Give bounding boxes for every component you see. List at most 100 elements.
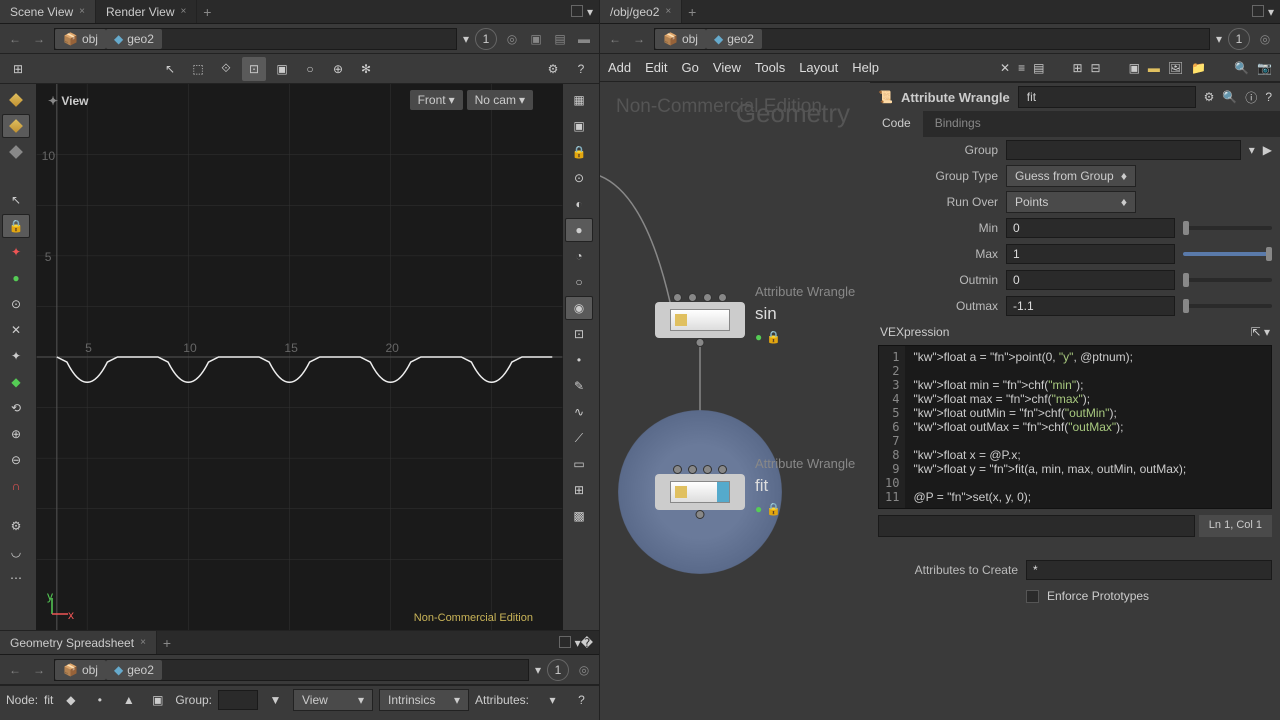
menu-layout[interactable]: Layout bbox=[799, 60, 838, 75]
cube-icon[interactable]: ▣ bbox=[527, 30, 545, 48]
group-input[interactable] bbox=[218, 690, 258, 710]
select-tool[interactable] bbox=[2, 88, 30, 112]
tab-network[interactable]: /obj/geo2× bbox=[600, 0, 682, 23]
tool-9[interactable]: ⟲ bbox=[2, 396, 30, 420]
maximize-icon[interactable] bbox=[1252, 5, 1264, 17]
menu-add[interactable]: Add bbox=[608, 60, 631, 75]
r-tool-7[interactable]: ◔ bbox=[565, 244, 593, 268]
filter-icon[interactable]: ▼ bbox=[264, 688, 287, 712]
chevron-down-icon[interactable]: ▾ bbox=[1216, 32, 1222, 46]
target-icon[interactable]: ◎ bbox=[503, 30, 521, 48]
tool-8[interactable]: ◆ bbox=[2, 370, 30, 394]
dropdown-icon[interactable]: ▾ bbox=[1249, 143, 1255, 157]
arrow-tool[interactable]: ↖ bbox=[2, 188, 30, 212]
ss-icon-3[interactable]: ▲ bbox=[117, 688, 140, 712]
r-tool-9[interactable]: ◉ bbox=[565, 296, 593, 320]
tab-spreadsheet[interactable]: Geometry Spreadsheet× bbox=[0, 631, 157, 654]
display-icon[interactable]: ▬ bbox=[575, 30, 593, 48]
outmin-input[interactable] bbox=[1006, 270, 1175, 290]
menu-icon-9[interactable]: 📁 bbox=[1191, 61, 1206, 75]
help-icon[interactable]: ? bbox=[1265, 90, 1272, 104]
tool-5[interactable]: ⊙ bbox=[2, 292, 30, 316]
view-camera-dropdown[interactable]: No cam▾ bbox=[467, 90, 533, 110]
status-input[interactable] bbox=[878, 515, 1195, 537]
add-tab-button[interactable]: + bbox=[197, 4, 217, 20]
ss-icon-4[interactable]: ▣ bbox=[146, 688, 169, 712]
close-icon[interactable]: × bbox=[140, 637, 146, 648]
view-front-dropdown[interactable]: Front▾ bbox=[410, 90, 463, 110]
outmax-slider[interactable] bbox=[1183, 304, 1272, 308]
chevron-down-icon[interactable]: ▾ bbox=[535, 663, 541, 677]
select-icon[interactable]: ↖ bbox=[158, 57, 182, 81]
min-input[interactable] bbox=[1006, 218, 1175, 238]
menu-tools[interactable]: Tools bbox=[755, 60, 785, 75]
layers-icon[interactable]: ▤ bbox=[551, 30, 569, 48]
max-slider[interactable] bbox=[1183, 252, 1272, 256]
menu-view[interactable]: View bbox=[713, 60, 741, 75]
close-icon[interactable]: × bbox=[180, 6, 186, 17]
add-tab-button[interactable]: + bbox=[682, 4, 702, 20]
runover-dropdown[interactable]: Points♦ bbox=[1006, 191, 1136, 213]
rotate-tool[interactable] bbox=[2, 140, 30, 164]
maximize-icon[interactable] bbox=[571, 5, 583, 17]
r-tool-5[interactable]: ◐ bbox=[565, 192, 593, 216]
r-tool-15[interactable]: ▭ bbox=[565, 452, 593, 476]
menu-edit[interactable]: Edit bbox=[645, 60, 667, 75]
network-view[interactable]: Non-Commercial Edition Geometry Attribut… bbox=[600, 82, 870, 720]
help-icon[interactable]: ? bbox=[569, 57, 593, 81]
outmin-slider[interactable] bbox=[1183, 278, 1272, 282]
tab-code[interactable]: Code bbox=[870, 111, 923, 137]
r-tool-13[interactable]: ∿ bbox=[565, 400, 593, 424]
display-flag-icon[interactable]: ● bbox=[755, 502, 762, 516]
chevron-down-icon[interactable]: ▾ bbox=[1264, 325, 1270, 339]
r-tool-14[interactable]: ⟋ bbox=[565, 426, 593, 450]
menu-go[interactable]: Go bbox=[682, 60, 699, 75]
ss-icon-2[interactable]: • bbox=[88, 688, 111, 712]
camera-icon[interactable]: 📷 bbox=[1257, 61, 1272, 75]
r-tool-10[interactable]: ⊡ bbox=[565, 322, 593, 346]
r-tool-16[interactable]: ⊞ bbox=[565, 478, 593, 502]
path-bar[interactable]: 📦obj ◆geo2 bbox=[654, 28, 1210, 50]
grid-icon[interactable]: ⊞ bbox=[6, 57, 30, 81]
search-icon[interactable]: 🔍 bbox=[1222, 90, 1237, 104]
tab-scene-view[interactable]: Scene View× bbox=[0, 0, 96, 23]
node-name-input[interactable] bbox=[1018, 86, 1196, 108]
node-sin[interactable]: Attribute Wrangle sin ●🔒 bbox=[655, 302, 745, 338]
r-tool-17[interactable]: ▩ bbox=[565, 504, 593, 528]
r-tool-2[interactable]: ▣ bbox=[565, 114, 593, 138]
tool-14[interactable]: ◡ bbox=[2, 540, 30, 564]
tab-bindings[interactable]: Bindings bbox=[923, 111, 993, 137]
viewport-3d[interactable]: 5 10 15 20 5 10 ✦ View Front▾ No cam▾ No… bbox=[36, 84, 563, 630]
pin-number[interactable]: 1 bbox=[1228, 28, 1250, 50]
r-tool-3[interactable]: 🔒 bbox=[565, 140, 593, 164]
vex-code-editor[interactable]: 1234567891011 "kw">float a = "fn">point(… bbox=[878, 345, 1272, 509]
gear-icon[interactable]: ⚙ bbox=[1204, 90, 1215, 104]
tool-10[interactable]: ⊕ bbox=[2, 422, 30, 446]
back-icon[interactable]: ← bbox=[6, 30, 24, 48]
enforce-checkbox[interactable] bbox=[1026, 590, 1039, 603]
green-tool[interactable]: ● bbox=[2, 266, 30, 290]
move-tool[interactable] bbox=[2, 114, 30, 138]
target-icon[interactable]: ◎ bbox=[1256, 30, 1274, 48]
outmax-input[interactable] bbox=[1006, 296, 1175, 316]
forward-icon[interactable]: → bbox=[30, 661, 48, 679]
display-flag-icon[interactable]: ● bbox=[755, 330, 762, 344]
arrow-icon[interactable]: ▶ bbox=[1263, 143, 1272, 157]
attrs-input[interactable] bbox=[1026, 560, 1272, 580]
red-tool[interactable]: ✦ bbox=[2, 240, 30, 264]
tab-render-view[interactable]: Render View× bbox=[96, 0, 197, 23]
path-bar[interactable]: 📦obj ◆geo2 bbox=[54, 659, 529, 681]
node-fit[interactable]: Attribute Wrangle fit ●🔒 bbox=[655, 474, 745, 510]
chevron-down-icon[interactable]: ▾ bbox=[463, 32, 469, 46]
tool-11[interactable]: ⊖ bbox=[2, 448, 30, 472]
snap-icon[interactable]: ⊡ bbox=[242, 57, 266, 81]
tool-15[interactable]: ⋯ bbox=[2, 566, 30, 590]
brush-icon[interactable]: ⟐ bbox=[214, 57, 238, 81]
gear-icon[interactable]: ✻ bbox=[354, 57, 378, 81]
lock-icon[interactable]: 🔒 bbox=[766, 502, 781, 516]
menu-icon-1[interactable]: ✕ bbox=[1000, 61, 1010, 75]
max-input[interactable] bbox=[1006, 244, 1175, 264]
chevron-down-icon[interactable]: ▾ bbox=[587, 5, 593, 19]
path-obj[interactable]: 📦obj bbox=[55, 29, 106, 49]
grouptype-dropdown[interactable]: Guess from Group♦ bbox=[1006, 165, 1136, 187]
